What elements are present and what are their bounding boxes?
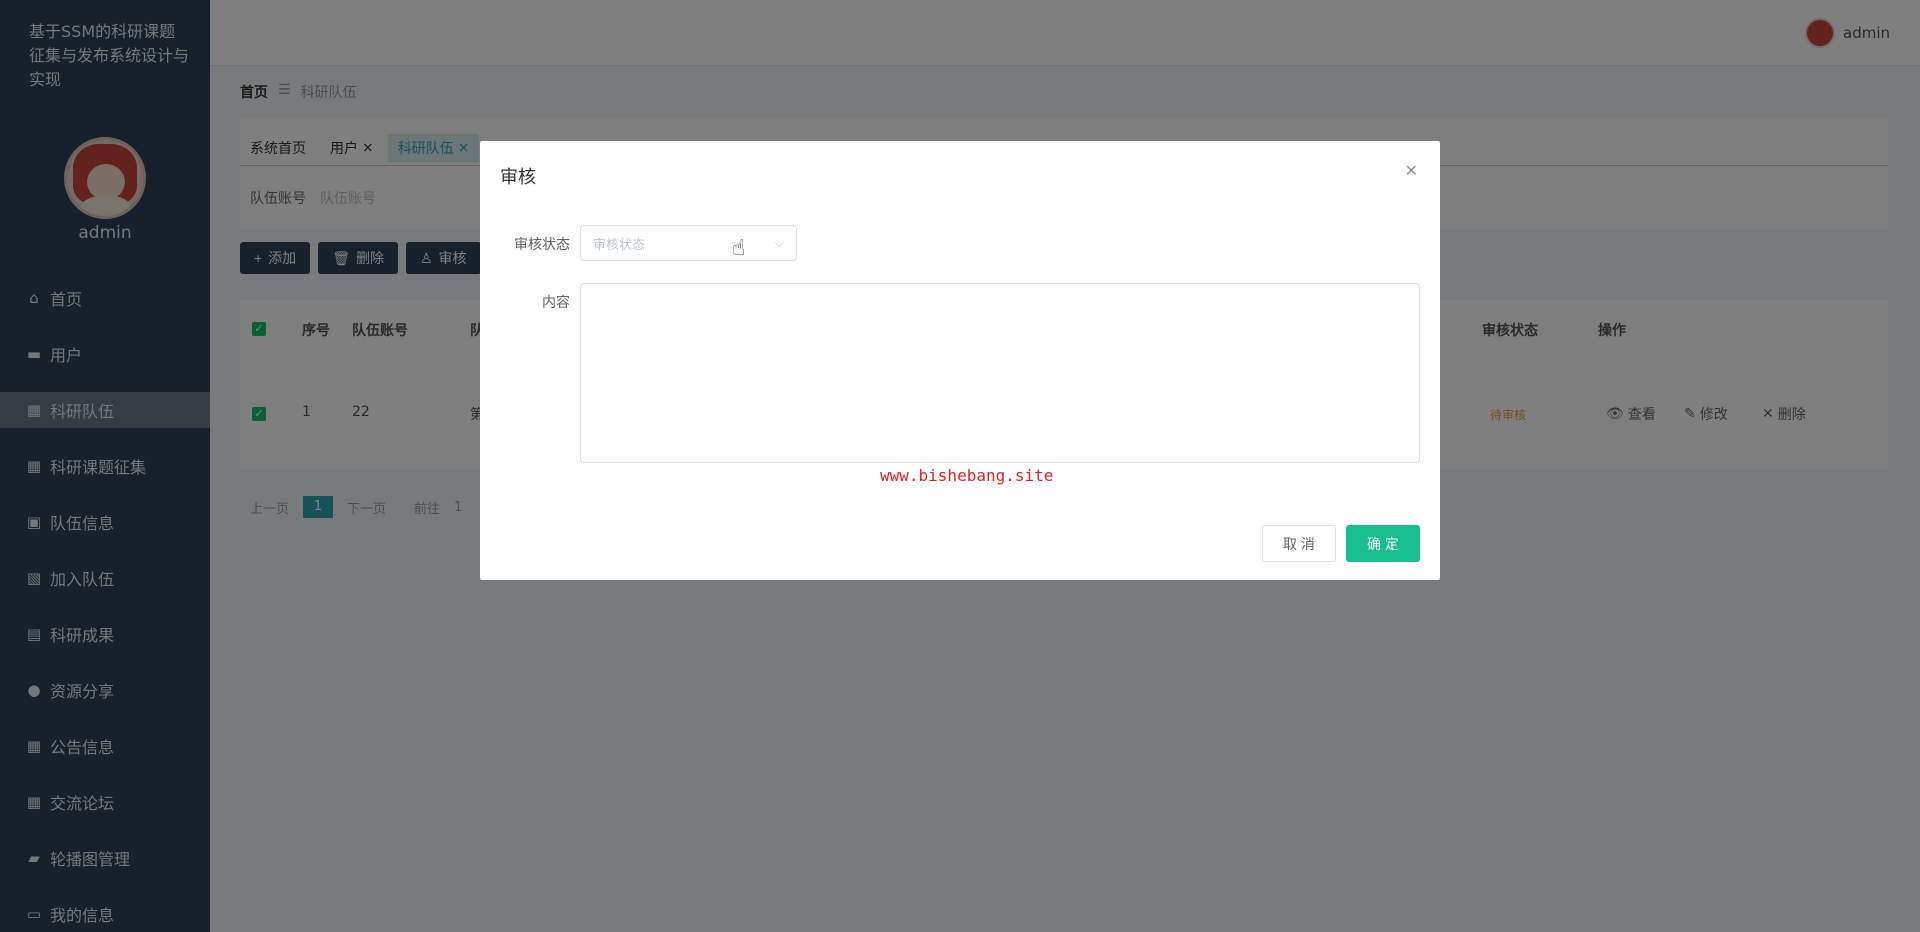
- close-icon[interactable]: ✕: [1405, 161, 1418, 180]
- audit-dialog: 审核 ✕ 审核状态 审核状态 ⌵ 内容 www.bishebang.site 取…: [480, 141, 1440, 580]
- cancel-button[interactable]: 取 消: [1262, 525, 1336, 562]
- status-select[interactable]: 审核状态 ⌵: [580, 225, 797, 261]
- watermark-text: www.bishebang.site: [880, 466, 1054, 485]
- hand-cursor-icon: ☝: [732, 236, 746, 261]
- chevron-down-icon: ⌵: [774, 235, 784, 250]
- content-label: 内容: [542, 295, 570, 311]
- content-textarea[interactable]: [580, 283, 1420, 463]
- status-label: 审核状态: [514, 237, 570, 253]
- confirm-button[interactable]: 确 定: [1346, 525, 1420, 562]
- dialog-title: 审核: [500, 167, 536, 188]
